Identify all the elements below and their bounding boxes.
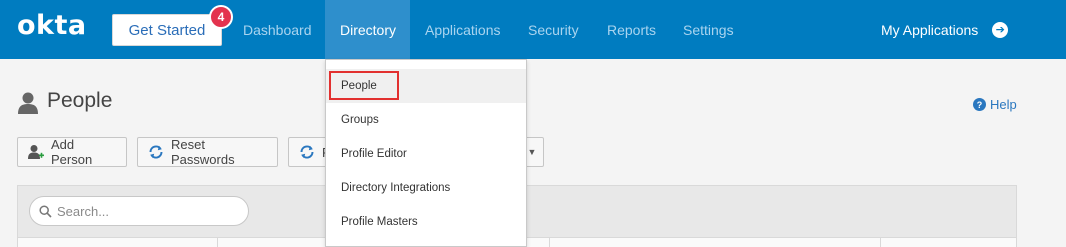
get-started-label: Get Started bbox=[128, 21, 206, 39]
directory-dropdown-menu: People Groups Profile Editor Directory I… bbox=[325, 59, 527, 247]
nav-dashboard-label: Dashboard bbox=[243, 21, 312, 38]
question-circle-icon: ? bbox=[973, 98, 986, 111]
add-person-icon bbox=[28, 144, 44, 160]
menu-item-profile-editor[interactable]: Profile Editor bbox=[326, 137, 526, 171]
search-icon bbox=[39, 204, 52, 218]
nav-directory-label: Directory bbox=[340, 21, 397, 38]
nav-settings[interactable]: Settings bbox=[683, 0, 734, 59]
top-nav: okta Get Started 4 Dashboard Directory A… bbox=[0, 0, 1066, 59]
nav-reports[interactable]: Reports bbox=[607, 0, 656, 59]
okta-logo[interactable]: okta bbox=[17, 10, 87, 41]
menu-item-people-label: People bbox=[341, 80, 377, 92]
menu-item-directory-integrations-label: Directory Integrations bbox=[341, 182, 451, 194]
get-started-button[interactable]: Get Started bbox=[112, 14, 222, 46]
add-person-label: Add Person bbox=[51, 137, 93, 167]
person-icon bbox=[18, 92, 38, 114]
menu-item-profile-masters[interactable]: Profile Masters bbox=[326, 205, 526, 239]
column-divider bbox=[217, 237, 218, 247]
nav-reports-label: Reports bbox=[607, 21, 657, 38]
arrow-right-circle-icon: ➔ bbox=[992, 21, 1009, 38]
menu-item-groups[interactable]: Groups bbox=[326, 103, 526, 137]
menu-item-directory-integrations[interactable]: Directory Integrations bbox=[326, 171, 526, 205]
nav-settings-label: Settings bbox=[683, 21, 734, 38]
my-applications-label: My Applications bbox=[881, 21, 979, 38]
refresh-icon bbox=[148, 144, 164, 160]
page-title: People bbox=[47, 89, 113, 112]
search-input[interactable] bbox=[57, 203, 237, 219]
refresh-icon bbox=[299, 144, 315, 160]
help-link[interactable]: ? Help bbox=[973, 97, 1017, 112]
nav-dashboard[interactable]: Dashboard bbox=[243, 0, 312, 59]
menu-item-profile-editor-label: Profile Editor bbox=[341, 148, 407, 160]
reset-button-partial[interactable]: R bbox=[288, 137, 331, 167]
reset-passwords-button[interactable]: Reset Passwords bbox=[137, 137, 278, 167]
get-started-badge: 4 bbox=[209, 5, 233, 29]
menu-item-people[interactable]: People bbox=[326, 69, 526, 103]
nav-security-label: Security bbox=[528, 21, 579, 38]
nav-directory[interactable]: Directory bbox=[325, 0, 410, 59]
search-box[interactable] bbox=[29, 196, 249, 226]
menu-item-profile-masters-label: Profile Masters bbox=[341, 216, 418, 228]
menu-item-groups-label: Groups bbox=[341, 114, 379, 126]
nav-applications-label: Applications bbox=[425, 21, 501, 38]
caret-down-icon: ▼ bbox=[527, 147, 537, 157]
reset-passwords-label: Reset Passwords bbox=[171, 137, 235, 167]
column-divider bbox=[880, 237, 881, 247]
add-person-button[interactable]: Add Person bbox=[17, 137, 127, 167]
nav-security[interactable]: Security bbox=[528, 0, 579, 59]
nav-applications[interactable]: Applications bbox=[425, 0, 501, 59]
column-divider bbox=[549, 237, 550, 247]
help-label: Help bbox=[990, 97, 1017, 112]
my-applications-link[interactable]: My Applications ➔ bbox=[881, 0, 1009, 59]
